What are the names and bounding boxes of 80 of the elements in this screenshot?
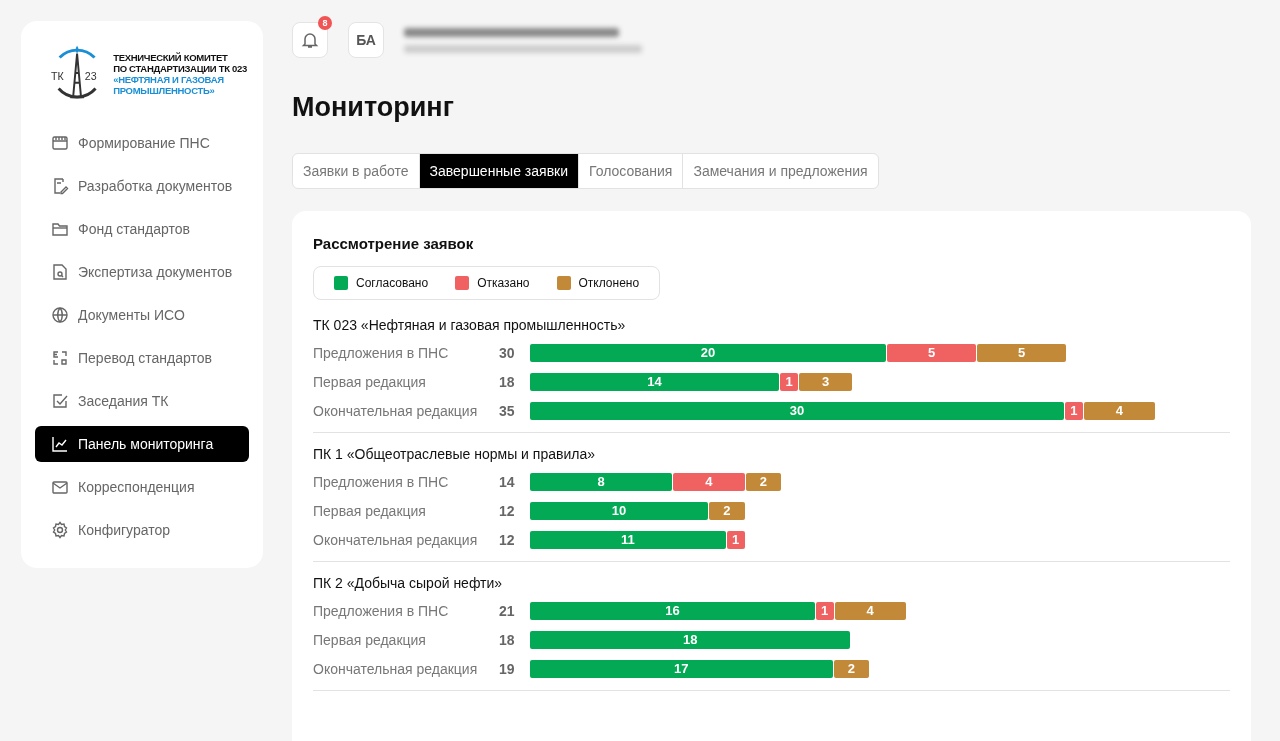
- bar-segment: 5: [977, 343, 1066, 362]
- row-total: 12: [499, 531, 516, 548]
- row-label: Окончательная редакция: [313, 531, 479, 548]
- bar-segment: 20: [530, 343, 886, 362]
- bar-segment: 2: [833, 659, 870, 678]
- document-search-icon: [51, 263, 69, 281]
- bar-segment: 10: [530, 501, 708, 520]
- mail-icon: [51, 478, 69, 496]
- row-total: 12: [499, 502, 516, 519]
- row-label: Предложения в ПНС: [313, 473, 450, 490]
- logo-subtitle: ПО СТАНДАРТИЗАЦИИ ТК 023: [113, 63, 248, 74]
- bar-segment: 4: [1083, 401, 1155, 420]
- tab[interactable]: Голосования: [578, 154, 683, 188]
- row-total: 30: [499, 344, 516, 361]
- bar-segment: 17: [530, 659, 833, 678]
- document-edit-icon: [51, 177, 69, 195]
- bar-segment: 1: [726, 530, 745, 549]
- chart-icon: [51, 435, 69, 453]
- calendar-icon: [51, 134, 69, 152]
- row-label: Предложения в ПНС: [313, 344, 450, 361]
- sidebar-item[interactable]: Заседания ТК: [35, 383, 249, 419]
- bar-segment: 5: [887, 343, 976, 362]
- group-title: ПК 2 «Добыча сырой нефти»: [313, 575, 504, 591]
- user-avatar[interactable]: БА: [348, 22, 384, 58]
- sidebar-item[interactable]: Экспертиза документов: [35, 254, 249, 290]
- bar-segment: 11: [530, 530, 726, 549]
- bar-segment: 1: [780, 372, 798, 391]
- tab[interactable]: Завершенные заявки: [418, 154, 579, 188]
- sidebar-item[interactable]: Панель мониторинга: [35, 426, 249, 462]
- notification-count-badge: 8: [318, 16, 332, 30]
- bar-segment: 18: [530, 630, 851, 649]
- logo-committee-name: «НЕФТЯНАЯ И ГАЗОВАЯ ПРОМЫШЛЕННОСТЬ»: [113, 74, 225, 96]
- sidebar-item[interactable]: Документы ИСО: [35, 297, 249, 333]
- bar-segment: 30: [530, 401, 1064, 420]
- bar-segment: 4: [834, 601, 906, 620]
- sidebar-item[interactable]: Формирование ПНС: [35, 125, 249, 161]
- legend-label: Отклонено: [578, 276, 640, 290]
- sidebar-item[interactable]: Фонд стандартов: [35, 211, 249, 247]
- row-label: Предложения в ПНС: [313, 602, 450, 619]
- row-total: 19: [499, 660, 516, 677]
- row-total: 14: [499, 473, 516, 490]
- tab[interactable]: Заявки в работе: [293, 154, 419, 188]
- row-total: 21: [499, 602, 516, 619]
- row-label: Первая редакция: [313, 502, 427, 519]
- sidebar-item[interactable]: Разработка документов: [35, 168, 249, 204]
- legend-label: Согласовано: [356, 276, 429, 290]
- legend-label: Отказано: [477, 276, 530, 290]
- group-title: ТК 023 «Нефтяная и газовая промышленность»: [313, 317, 627, 333]
- folder-icon: [51, 220, 69, 238]
- bar-segment: 2: [709, 501, 745, 520]
- bar-segment: 1: [1065, 401, 1083, 420]
- bar-segment: 16: [530, 601, 815, 620]
- logo-emblem: ТК 23: [47, 43, 108, 105]
- checkbox-icon: [51, 392, 69, 410]
- sidebar-item[interactable]: Перевод стандартов: [35, 340, 249, 376]
- row-total: 18: [499, 631, 516, 648]
- page-title: Мониторинг: [292, 92, 455, 123]
- sidebar-item[interactable]: Конфигуратор: [35, 512, 249, 548]
- settings-icon: [51, 521, 69, 539]
- row-label: Первая редакция: [313, 631, 427, 648]
- bar-segment: 1: [815, 601, 834, 620]
- bar-segment: 3: [799, 372, 853, 391]
- translate-icon: [51, 349, 69, 367]
- row-label: Первая редакция: [313, 373, 427, 390]
- sidebar-item[interactable]: Корреспонденция: [35, 469, 249, 505]
- row-label: Окончательная редакция: [313, 402, 479, 419]
- row-total: 35: [499, 402, 516, 419]
- row-total: 18: [499, 373, 516, 390]
- bar-segment: 8: [530, 472, 673, 491]
- group-title: ПК 1 «Общеотраслевые нормы и правила»: [313, 446, 596, 462]
- globe-icon: [51, 306, 69, 324]
- bar-segment: 14: [530, 372, 780, 391]
- bar-segment: 2: [745, 472, 782, 491]
- row-label: Окончательная редакция: [313, 660, 479, 677]
- notifications-button[interactable]: [292, 22, 328, 58]
- logo-title: ТЕХНИЧЕСКИЙ КОМИТЕТ: [113, 52, 229, 63]
- bar-segment: 4: [673, 472, 745, 491]
- bell-icon: [301, 31, 319, 49]
- tab[interactable]: Замечания и предложения: [682, 154, 878, 188]
- panel-title: Рассмотрение заявок: [313, 235, 475, 252]
